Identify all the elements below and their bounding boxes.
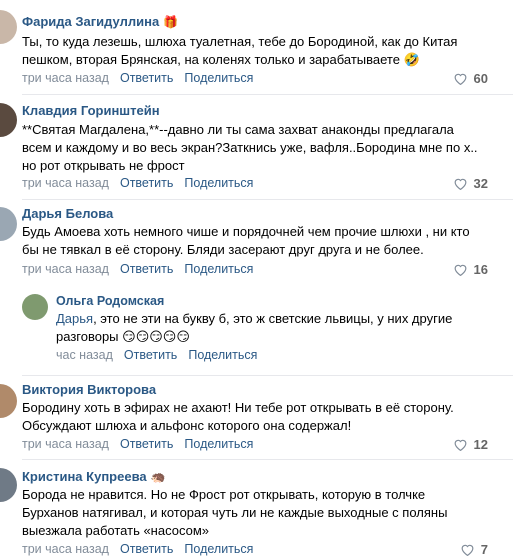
comment-line: всем и каждому и во весь экран?Заткнись …: [22, 140, 478, 155]
comment: Виктория Викторова Бородину хоть в эфира…: [0, 376, 513, 460]
comment-meta: три часа назад Ответить Поделиться: [22, 71, 253, 85]
comment-meta: три часа назад Ответить Поделиться: [22, 262, 253, 276]
like-button[interactable]: 60: [453, 71, 488, 86]
comment-text: Бородину хоть в эфирах не ахают! Ни тебе…: [22, 399, 454, 435]
comment-line: Будь Амоева хоть немного чише и порядочн…: [22, 224, 470, 239]
heart-icon: [454, 73, 466, 85]
avatar[interactable]: [0, 468, 17, 502]
avatar[interactable]: [0, 207, 17, 241]
like-count: 32: [473, 176, 488, 191]
comment-author[interactable]: Клавдия Горинштейн: [22, 103, 160, 118]
avatar-image: [0, 384, 17, 418]
avatar-image: [0, 103, 17, 137]
share-button[interactable]: Поделиться: [184, 542, 253, 556]
like-button[interactable]: 32: [453, 176, 488, 191]
like-count: 60: [473, 71, 488, 86]
comment-author[interactable]: Виктория Викторова: [22, 382, 156, 397]
author-name[interactable]: Дарья Белова: [22, 206, 113, 221]
author-name[interactable]: Ольга Родомская: [56, 294, 164, 308]
heart-icon: [454, 439, 466, 451]
avatar-image: [0, 10, 17, 44]
comment-meta: три часа назад Ответить Поделиться: [22, 542, 253, 556]
comment-line: Обсуждают шлюха и альфонс которого она с…: [22, 418, 352, 433]
comment-line: выезжала работать «насосом»: [22, 523, 210, 538]
comment-text: Дарья, это не эти на букву б, это ж свет…: [56, 310, 452, 346]
avatar-image: [0, 468, 17, 502]
heart-icon: [454, 178, 466, 190]
avatar[interactable]: [0, 10, 17, 44]
comment-line: но рот открывать не фрост: [22, 158, 185, 173]
avatar[interactable]: [0, 384, 17, 418]
gift-icon: 🎁: [163, 15, 179, 29]
reply-button[interactable]: Ответить: [120, 176, 173, 190]
comment-time[interactable]: три часа назад: [22, 437, 109, 451]
comment-meta: час назад Ответить Поделиться: [56, 348, 257, 362]
author-name[interactable]: Клавдия Горинштейн: [22, 103, 160, 118]
like-button[interactable]: 7: [460, 542, 488, 557]
comment-line: бы не тявкал в её сторону. Бляди засераю…: [22, 242, 424, 257]
comment-time[interactable]: три часа назад: [22, 176, 109, 190]
reply-button[interactable]: Ответить: [120, 71, 173, 85]
comment-line: , это не эти на букву б, это ж светские …: [93, 311, 453, 326]
author-name[interactable]: Виктория Викторова: [22, 382, 156, 397]
reply-button[interactable]: Ответить: [124, 348, 177, 362]
author-name[interactable]: Фарида Загидуллина: [22, 14, 159, 29]
comment-author[interactable]: Фарида Загидуллина 🎁: [22, 14, 178, 29]
avatar[interactable]: [0, 103, 17, 137]
hedgehog-icon: 🦔: [150, 470, 166, 484]
avatar-image: [0, 207, 17, 241]
avatar[interactable]: [22, 294, 48, 320]
share-button[interactable]: Поделиться: [188, 348, 257, 362]
reply-comment: Ольга Родомская Дарья, это не эти на бук…: [0, 286, 513, 376]
author-name[interactable]: Кристина Купреева: [22, 469, 147, 484]
like-count: 16: [473, 262, 488, 277]
comment-line: Борода не нравится. Но не Фрост рот откр…: [22, 487, 426, 502]
comment-text: Борода не нравится. Но не Фрост рот откр…: [22, 486, 447, 540]
comment-text: Будь Амоева хоть немного чише и порядочн…: [22, 223, 470, 259]
comment-line: разговоры 😏😏😏😏😏: [56, 329, 190, 344]
mention-link[interactable]: Дарья: [56, 311, 93, 326]
share-button[interactable]: Поделиться: [184, 71, 253, 85]
reply-button[interactable]: Ответить: [120, 437, 173, 451]
comment-line: **Святая Магдалена,**--давно ли ты сама …: [22, 122, 454, 137]
comment-author[interactable]: Ольга Родомская: [56, 294, 164, 308]
comment-time[interactable]: час назад: [56, 348, 113, 362]
share-button[interactable]: Поделиться: [184, 437, 253, 451]
comment: Фарида Загидуллина 🎁 Ты, то куда лезешь, …: [0, 0, 513, 95]
like-button[interactable]: 16: [453, 262, 488, 277]
comment-time[interactable]: три часа назад: [22, 71, 109, 85]
comment-text: Ты, то куда лезешь, шлюха туалетная, теб…: [22, 33, 457, 69]
comment-author[interactable]: Дарья Белова: [22, 206, 113, 221]
comment-meta: три часа назад Ответить Поделиться: [22, 437, 253, 451]
avatar-image: [22, 294, 48, 320]
comment-line: Бородину хоть в эфирах не ахают! Ни тебе…: [22, 400, 454, 415]
comment-author[interactable]: Кристина Купреева 🦔: [22, 469, 166, 484]
share-button[interactable]: Поделиться: [184, 262, 253, 276]
comment: Кристина Купреева 🦔 Борода не нравится. Н…: [0, 460, 513, 557]
reply-button[interactable]: Ответить: [120, 542, 173, 556]
comment: Дарья Белова Будь Амоева хоть немного чи…: [0, 201, 513, 286]
comment-text: **Святая Магдалена,**--давно ли ты сама …: [22, 121, 478, 175]
like-count: 12: [473, 437, 488, 452]
like-count: 7: [480, 542, 488, 557]
heart-icon: [454, 264, 466, 276]
reply-button[interactable]: Ответить: [120, 262, 173, 276]
comment-line: Ты, то куда лезешь, шлюха туалетная, теб…: [22, 34, 458, 49]
comment-line: пешком, вторая Брянская, на коленях толь…: [22, 52, 420, 67]
comment: Клавдия Горинштейн **Святая Магдалена,**…: [0, 95, 513, 201]
divider: [22, 199, 513, 200]
comment-line: Бурханов натягивал, и которая чуть ли не…: [22, 505, 448, 520]
comment-meta: три часа назад Ответить Поделиться: [22, 176, 253, 190]
like-button[interactable]: 12: [453, 437, 488, 452]
share-button[interactable]: Поделиться: [184, 176, 253, 190]
comment-time[interactable]: три часа назад: [22, 542, 109, 556]
comment-time[interactable]: три часа назад: [22, 262, 109, 276]
heart-icon: [461, 544, 474, 556]
